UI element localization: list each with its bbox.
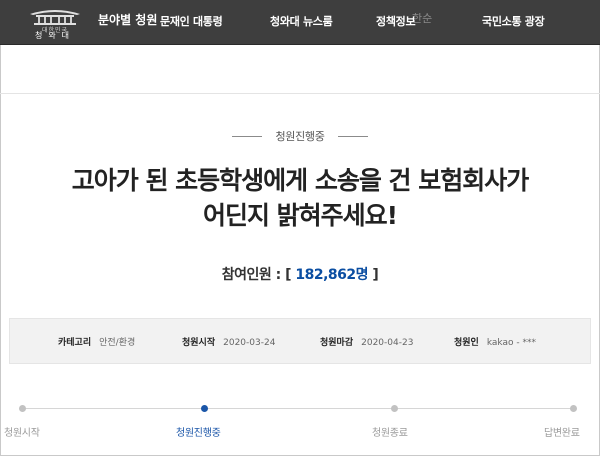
nav-item-policy[interactable]: 정책정보: [376, 13, 416, 29]
blue-house-icon: [30, 10, 80, 25]
start-label: 청원시작: [182, 338, 216, 348]
progress-track: [22, 408, 574, 409]
petition-title-line1: 고아가 된 초등학생에게 소송을 건 보험회사가: [71, 166, 530, 195]
petition-info-box: 카테고리 안전/환경 청원시작 2020-03-24 청원마감 2020-04-23 …: [9, 318, 591, 364]
top-nav: 대한민국 청와대 분야별 청원 한순 문재인 대통령 청와대 뉴스룸 정책정보 …: [0, 0, 600, 44]
step-label-ongoing: 청원진행중: [176, 428, 221, 439]
progress-dot-closed: [391, 405, 398, 412]
end-label: 청원마감: [320, 338, 354, 348]
petition-title-line2: 어딘지 밝혀주세요!: [202, 201, 398, 230]
step-label-answered: 답변완료: [544, 428, 580, 439]
info-author: 청원인 kakao - ***: [454, 335, 536, 348]
nav-item-plaza[interactable]: 국민소통 광장: [482, 13, 545, 29]
participant-number: 182,862명: [295, 267, 368, 283]
section-divider: [0, 93, 600, 94]
nav-item-newsroom[interactable]: 청와대 뉴스룸: [270, 13, 333, 29]
info-end: 청원마감 2020-04-23: [320, 335, 413, 348]
status-label: 청원진행중: [275, 130, 325, 143]
participant-label: 참여인원 : [: [221, 267, 292, 283]
info-start: 청원시작 2020-03-24: [182, 335, 275, 348]
participant-close: ]: [372, 267, 379, 283]
participant-count: 참여인원 : [ 182,862명 ]: [0, 264, 600, 284]
progress-dot-ongoing: [201, 405, 208, 412]
nav-divider: [0, 44, 600, 45]
status-line-right: [338, 136, 368, 137]
petition-title: 고아가 된 초등학생에게 소송을 건 보험회사가 어딘지 밝혀주세요!: [0, 163, 600, 233]
nav-item-president[interactable]: 문재인 대통령: [160, 13, 223, 29]
info-category: 카테고리 안전/환경: [58, 335, 135, 348]
progress-dot-answered: [570, 405, 577, 412]
step-label-closed: 청원종료: [372, 428, 408, 439]
author-label: 청원인: [454, 338, 479, 348]
nav-section-title[interactable]: 분야별 청원: [98, 11, 157, 28]
logo-name: 청와대: [34, 31, 76, 40]
end-value: 2020-04-23: [361, 338, 414, 348]
progress-dot-start: [19, 405, 26, 412]
site-logo[interactable]: 대한민국 청와대: [20, 5, 90, 40]
step-label-start: 청원시작: [4, 428, 40, 439]
start-value: 2020-03-24: [223, 338, 276, 348]
petition-status: 청원진행중: [0, 128, 600, 144]
category-label: 카테고리: [58, 338, 92, 348]
author-value: kakao - ***: [486, 338, 536, 348]
category-value: 안전/환경: [99, 338, 136, 348]
